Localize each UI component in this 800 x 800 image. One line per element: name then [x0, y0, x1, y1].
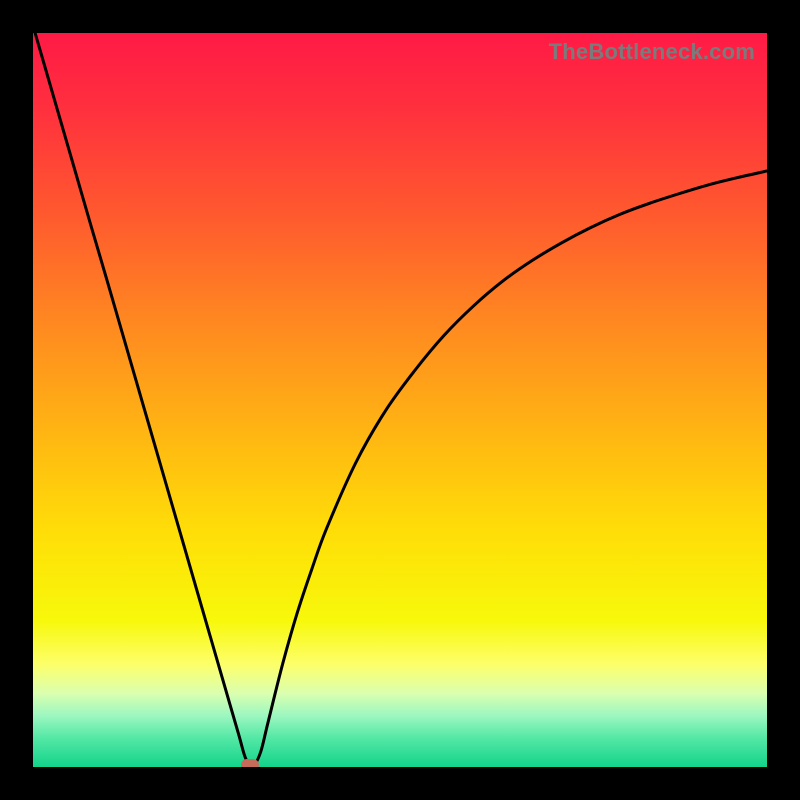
bottleneck-curve	[33, 33, 767, 767]
optimal-point-marker	[241, 759, 259, 767]
plot-area: TheBottleneck.com	[33, 33, 767, 767]
chart-frame: TheBottleneck.com	[0, 0, 800, 800]
watermark-text: TheBottleneck.com	[549, 39, 755, 65]
